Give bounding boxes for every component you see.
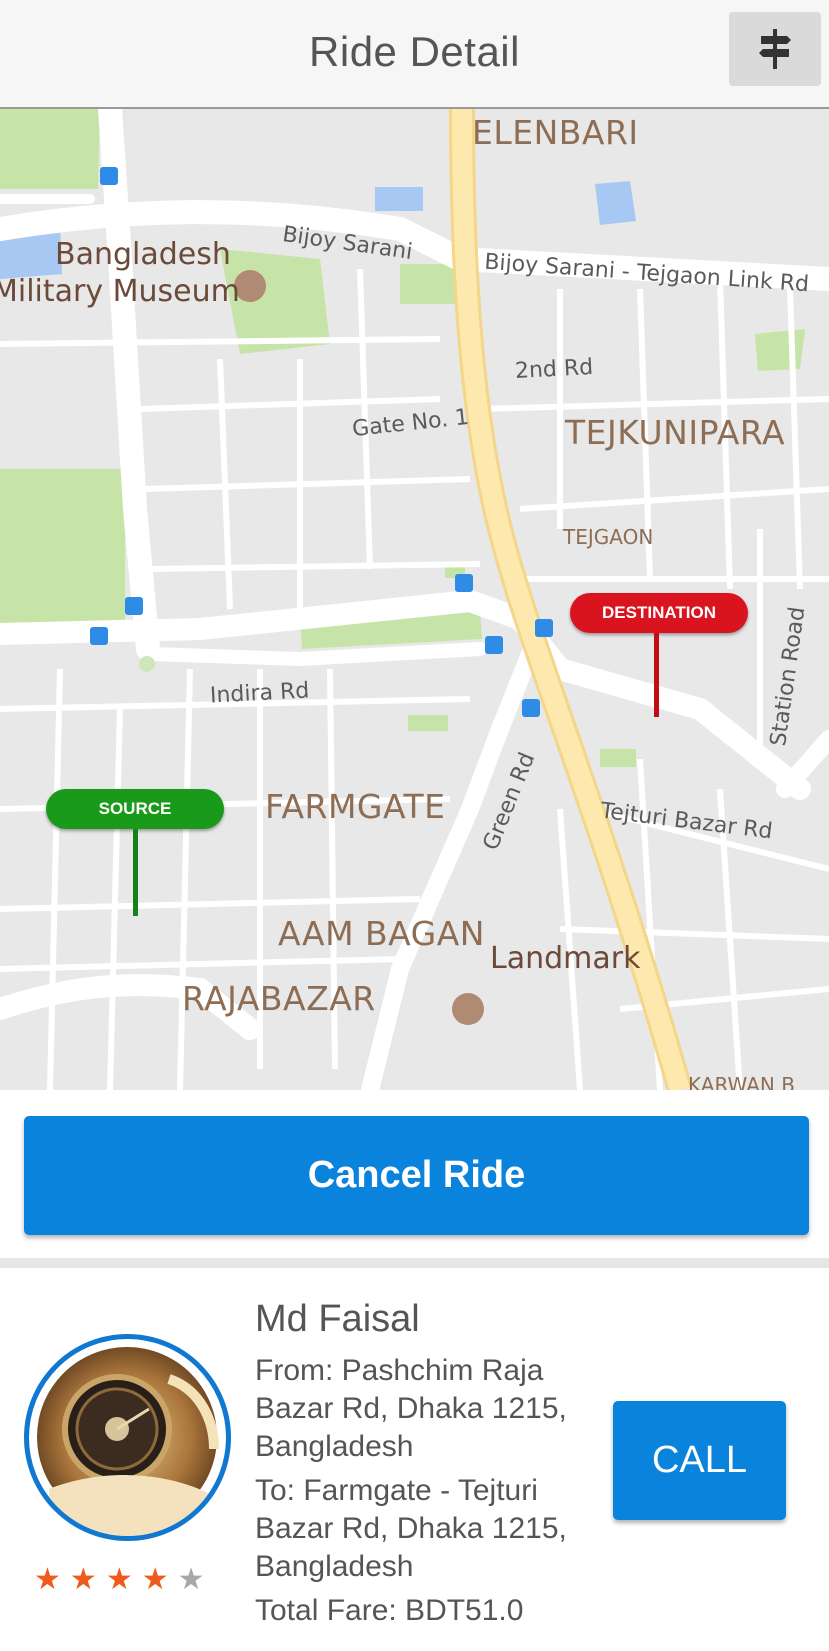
cancel-ride-button[interactable]: Cancel Ride [24,1116,809,1235]
source-marker-label: SOURCE [46,789,224,829]
star-icon: ★ [69,1563,106,1596]
route-button[interactable] [729,12,821,86]
map-label-place: Military Museum [0,274,240,309]
map-label-place: Bangladesh [55,237,231,272]
destination-marker-label: DESTINATION [570,593,748,633]
map-label-road: 2nd Rd [514,354,594,385]
pickup-address: From: Pashchim Raja Bazar Rd, Dhaka 1215… [255,1354,567,1463]
total-fare: Total Fare: BDT51.0 [255,1594,524,1627]
star-icon: ★ [34,1563,70,1596]
source-marker[interactable]: SOURCE [46,789,226,919]
signpost-icon [759,29,791,69]
map-label-area: RAJABAZAR [182,979,376,1018]
map-label-road: Indira Rd [209,678,310,709]
call-button[interactable]: CALL [613,1401,786,1520]
source-marker-pin [133,829,138,916]
map-label-place: TEJGAON [563,525,654,549]
map-label-area: TEJKUNIPARA [565,413,786,452]
map-label-area: ELENBARI [472,113,639,152]
star-empty-icon: ★ [177,1563,214,1596]
rating-stars: ★★★★★ [34,1562,214,1597]
destination-marker[interactable]: DESTINATION [570,593,750,723]
dropoff-address: To: Farmgate - Tejturi Bazar Rd, Dhaka 1… [255,1474,567,1583]
map-label-place: KARWAN B [688,1073,795,1090]
avatar [24,1334,231,1541]
driver-card: ★★★★★ Md Faisal From: Pashchim Raja Baza… [0,1268,829,1651]
map-label-place: Landmark [490,941,641,976]
page-title: Ride Detail [309,28,520,75]
driver-name: Md Faisal [255,1298,420,1340]
map-strip [0,1258,829,1268]
destination-marker-pin [654,633,659,717]
driver-photo [37,1347,219,1536]
map-label-area: AAM BAGAN [278,914,485,953]
app-header: Ride Detail [0,0,829,109]
map-view[interactable]: ELENBARI TEJKUNIPARA FARMGATE AAM BAGAN … [0,109,829,1090]
star-icon: ★ [141,1563,178,1596]
map-label-area: FARMGATE [265,787,446,826]
star-icon: ★ [105,1563,142,1596]
